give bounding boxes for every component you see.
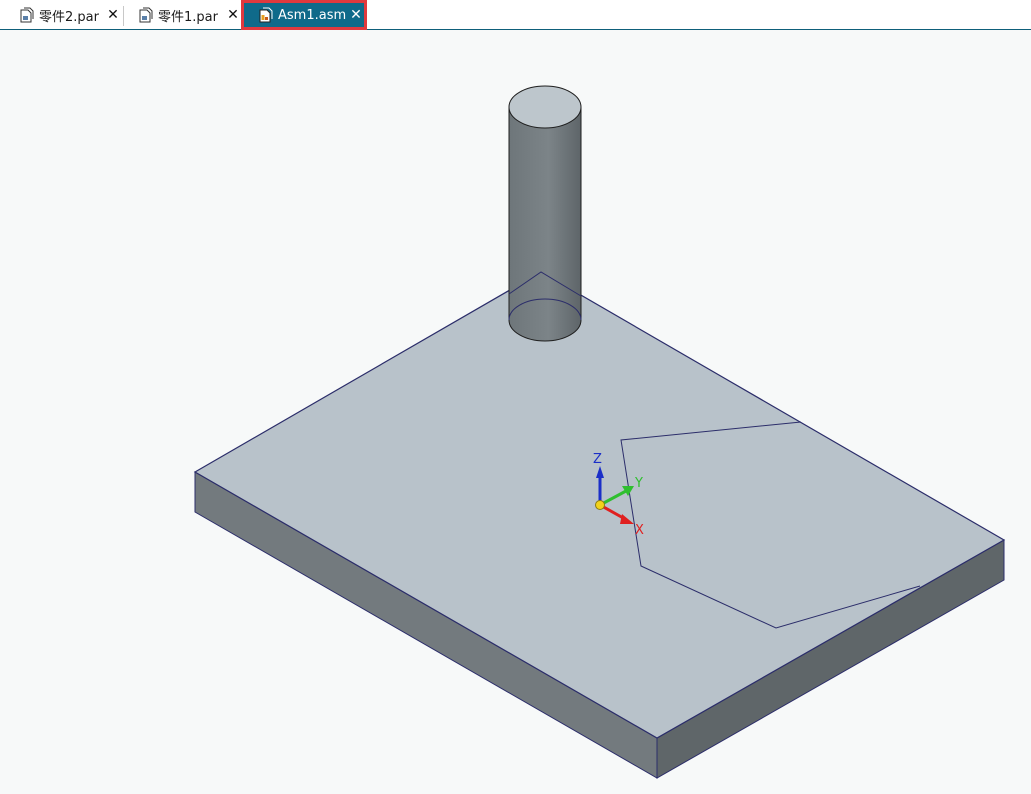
3d-graphics-window[interactable]: Z Y X (0, 31, 1031, 794)
x-axis-label: X (635, 523, 644, 538)
y-axis-label: Y (634, 476, 643, 491)
origin-point (595, 500, 605, 510)
model-view: Z Y X (193, 85, 1006, 779)
cylinder-body[interactable] (508, 107, 582, 342)
cylinder-part[interactable] (508, 85, 582, 342)
z-axis-label: Z (593, 452, 602, 467)
cylinder-top-face[interactable] (508, 85, 582, 129)
